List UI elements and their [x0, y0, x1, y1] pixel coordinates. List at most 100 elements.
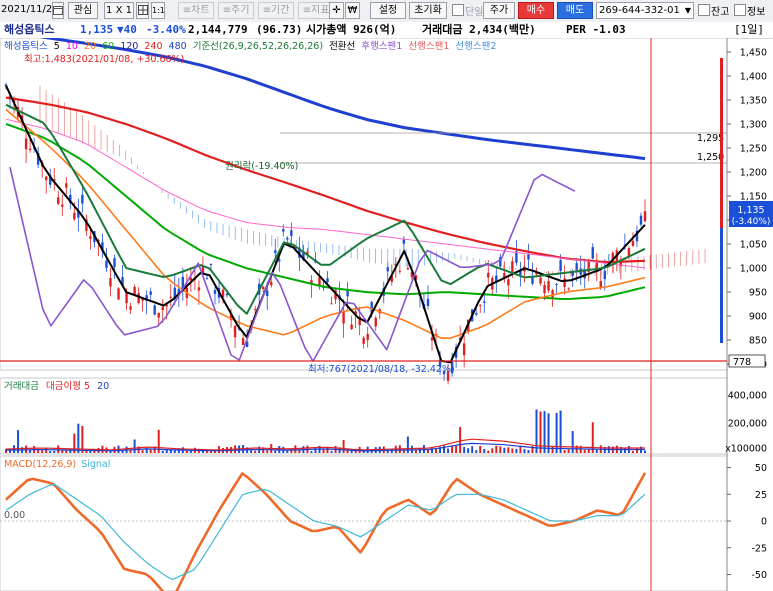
volume-bar	[487, 450, 490, 453]
candle-body	[366, 334, 369, 340]
single-checkbox[interactable]	[452, 4, 464, 16]
stock-chart[interactable]: 1,4501,4001,3501,3001,2501,2001,1501,100…	[0, 38, 773, 591]
volume-ratio: (96.73)	[256, 23, 303, 36]
price-tick-label: 1,300	[740, 120, 767, 131]
volume-bar	[41, 450, 44, 453]
volume-bar	[447, 448, 450, 453]
volume-bar	[173, 450, 176, 453]
volume-bar	[511, 448, 514, 453]
chart-menu-button[interactable]: ≡차트	[178, 2, 214, 19]
candle-body	[631, 240, 635, 247]
volume-bar	[133, 439, 136, 453]
price-tick-label: 1,050	[740, 240, 767, 251]
candle-body	[475, 313, 478, 315]
volume-bar	[459, 426, 462, 453]
layout-selector[interactable]: 1 X 1	[104, 2, 134, 19]
candle-body	[567, 288, 570, 290]
candle-body	[326, 278, 329, 283]
candle-body	[595, 262, 598, 269]
volume-bar	[523, 449, 526, 453]
calendar-icon[interactable]	[52, 2, 64, 19]
account-number: 269-644-332-01	[599, 5, 680, 16]
period-menu-button[interactable]: ≡기간	[258, 2, 294, 19]
reset-button[interactable]: 초기화	[409, 2, 447, 19]
sell-button[interactable]: 매도	[557, 2, 593, 19]
candle-body	[270, 281, 273, 286]
volume-bar	[274, 450, 277, 453]
won-icon[interactable]: ₩	[345, 2, 360, 19]
price-legend: 해성옵틱스 5 10 20 60 120 240 480 기준선(26,9,26…	[4, 40, 496, 52]
price-tick-label: 1,450	[740, 48, 767, 59]
candle-body	[591, 247, 594, 259]
candle-body	[346, 290, 349, 297]
price-button[interactable]: 주가	[483, 2, 515, 19]
chart-toolbar: 2021/11/25 관심 1 X 1 1:1 ≡차트 ≡주기 ≡기간 ≡지표 …	[0, 0, 773, 23]
candle-body	[241, 338, 245, 345]
candle-body	[169, 296, 172, 298]
candle-body	[73, 212, 76, 220]
volume-bar	[286, 450, 289, 453]
price-tick-label: 1,200	[740, 168, 767, 179]
candle-body	[209, 263, 213, 265]
date-field[interactable]: 2021/11/25	[1, 2, 59, 19]
volume-bar	[507, 447, 510, 453]
period-label[interactable]: [1일]	[734, 22, 764, 38]
volume-tick-label: 200,000	[728, 419, 767, 430]
volume-bar	[539, 411, 542, 453]
single-label: 단일	[465, 7, 484, 18]
candle-body	[290, 230, 293, 237]
trade-amount: 거래대금 2,434(백만)	[422, 23, 536, 36]
candle-body	[487, 272, 490, 278]
candle-body	[105, 260, 108, 268]
balance-checkbox[interactable]	[698, 4, 710, 16]
candle-body	[65, 183, 68, 188]
legend-conv-line: 전환선	[329, 40, 355, 52]
stock-price: 1,135	[80, 23, 114, 36]
stock-name: 해성옵틱스	[4, 23, 55, 36]
candle-body	[507, 279, 510, 286]
settings-button[interactable]: 설정	[370, 2, 406, 19]
trade-volume: 2,144,779	[188, 23, 248, 36]
candle-body	[286, 237, 289, 240]
candle-body	[117, 288, 120, 300]
price-tick-label: 950	[749, 288, 767, 299]
candle-body	[330, 303, 333, 305]
volume-bar	[250, 450, 253, 453]
candle-body	[274, 250, 277, 254]
candle-body	[555, 284, 558, 286]
info-checkbox[interactable]	[734, 4, 746, 16]
candle-body	[89, 236, 92, 239]
legend-base-line: 기준선(26,9,26,52,26,26,26)	[193, 41, 323, 52]
volume-bar	[515, 448, 518, 453]
crosshair-icon[interactable]: ✛	[329, 2, 344, 19]
week-menu-button[interactable]: ≡주기	[218, 2, 254, 19]
candle-body	[137, 293, 140, 303]
candle-body	[398, 270, 402, 272]
buy-button[interactable]: 매수	[518, 2, 554, 19]
legend-amount: 거래대금	[4, 381, 39, 392]
candle-body	[386, 267, 389, 272]
account-select[interactable]: 269-644-332-01 ▼	[596, 2, 694, 19]
macd-tick-label: 25	[755, 490, 767, 501]
one-by-one-icon[interactable]: 1:1	[151, 2, 165, 19]
candle-body	[129, 306, 132, 310]
macd-panel	[0, 455, 728, 591]
candle-body	[547, 281, 550, 291]
legend-ma120: 120	[120, 41, 138, 52]
watchlist-button[interactable]: 관심	[68, 2, 98, 19]
volume-bar	[591, 422, 594, 453]
volume-bar	[93, 450, 96, 453]
volume-bar	[342, 439, 345, 453]
price-tick-label: 1,000	[740, 264, 767, 275]
volume-bar	[53, 450, 56, 453]
grid-icon[interactable]	[136, 2, 149, 19]
low-annotation: 최저:767(2021/08/18, -32.42%)	[308, 364, 455, 375]
candle-body	[24, 138, 28, 150]
legend-ma5: 5	[54, 41, 60, 52]
candle-body	[266, 290, 269, 297]
candle-body	[28, 148, 32, 151]
price-tick-label: 1,250	[740, 144, 767, 155]
candle-body	[426, 298, 430, 307]
macd-legend: MACD(12,26,9) Signal	[4, 459, 110, 470]
legend-signal: Signal	[81, 459, 110, 470]
